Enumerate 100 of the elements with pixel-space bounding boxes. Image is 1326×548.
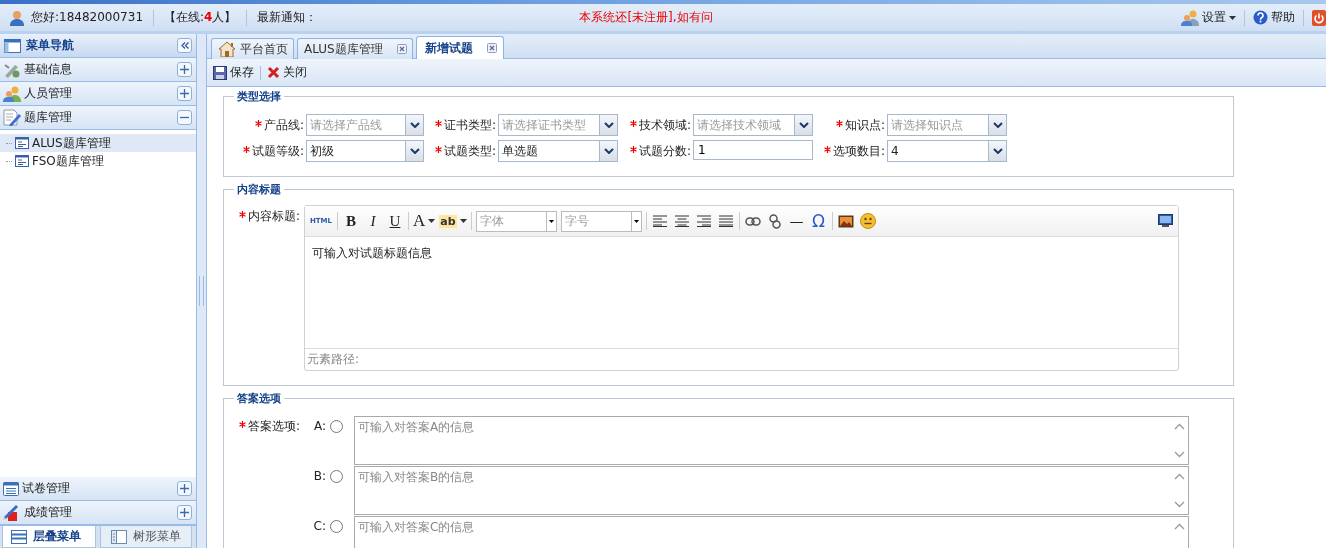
menu-panel-icon — [4, 38, 21, 53]
answer-field[interactable]: 可输入对答案C的信息 — [354, 516, 1189, 548]
accordion-header[interactable]: 成绩管理 — [0, 501, 196, 525]
settings-link[interactable]: 设置 — [1181, 9, 1236, 26]
document-pen-icon — [3, 109, 21, 126]
tab[interactable]: 树形菜单 — [100, 526, 192, 548]
caret-icon — [459, 219, 467, 223]
expand-button[interactable] — [177, 86, 192, 101]
underline-button[interactable]: U — [386, 211, 404, 231]
radio-button[interactable] — [330, 520, 343, 533]
list-icon — [15, 155, 29, 167]
expand-button[interactable] — [177, 481, 192, 496]
scroll-up-icon[interactable] — [1174, 473, 1185, 480]
chevron-down-icon — [409, 122, 420, 128]
horizontal-rule-button[interactable]: — — [787, 211, 806, 231]
justify-icon — [718, 215, 733, 227]
tree-item[interactable]: FSO题库管理 — [0, 152, 196, 170]
tab[interactable]: 新增试题 — [415, 36, 504, 59]
close-button[interactable]: 关闭 — [267, 64, 307, 81]
expand-button[interactable] — [177, 62, 192, 77]
notice-text: 本系统还[未注册],如有问 — [579, 9, 713, 26]
tab[interactable]: 层叠菜单 — [2, 526, 96, 548]
align-center-icon — [674, 215, 689, 227]
special-character-button[interactable]: Ω — [809, 211, 828, 231]
option-letter: B: — [312, 468, 326, 485]
answer-field[interactable]: 可输入对答案B的信息 — [354, 466, 1189, 515]
list-icon — [3, 481, 19, 496]
field-label: 内容标题: — [247, 209, 300, 223]
chevron-down-icon — [992, 148, 1003, 154]
close-icon[interactable] — [396, 44, 407, 54]
user-icon — [9, 9, 25, 26]
people-icon — [1181, 9, 1199, 26]
plus-icon — [180, 508, 189, 517]
bold-button[interactable]: B — [342, 211, 360, 231]
scroll-up-icon[interactable] — [1174, 523, 1185, 530]
section-title: 类型选择 — [234, 89, 284, 104]
option-letter: C: — [312, 518, 326, 535]
select-field[interactable]: 单选题 — [498, 140, 618, 162]
accordion-header[interactable]: 人员管理 — [0, 82, 196, 106]
chevron-down-icon — [603, 148, 614, 154]
help-icon — [1253, 10, 1268, 25]
align-left-icon — [652, 215, 667, 227]
collapse-button[interactable] — [177, 38, 192, 53]
answer-field[interactable]: 可输入对答案A的信息 — [354, 416, 1189, 465]
tab[interactable]: ALUS题库管理 — [297, 38, 413, 59]
pen-box-icon — [3, 504, 21, 521]
monitor-icon — [1157, 214, 1173, 228]
chevron-down-icon — [798, 122, 809, 128]
power-icon[interactable] — [1312, 9, 1326, 26]
align-right-icon — [696, 215, 711, 227]
select-field[interactable]: 4 — [887, 140, 1007, 162]
italic-button[interactable]: I — [364, 211, 382, 231]
image-icon — [837, 214, 854, 228]
save-button[interactable]: 保存 — [213, 64, 254, 81]
accordion-header[interactable]: 基础信息 — [0, 58, 196, 82]
smiley-button[interactable] — [858, 211, 877, 231]
radio-button[interactable] — [330, 420, 343, 433]
expand-button[interactable] — [177, 505, 192, 520]
select-field[interactable]: 初级 — [306, 140, 424, 162]
caret-icon — [428, 219, 436, 223]
scroll-down-icon[interactable] — [1174, 501, 1185, 508]
field-label: 答案选项: — [247, 419, 300, 433]
online-count: 【在线:4人】 — [164, 9, 237, 26]
help-link[interactable]: 帮助 — [1253, 9, 1295, 26]
highlight-button[interactable]: ab — [439, 211, 467, 231]
tools-icon — [3, 61, 21, 78]
smiley-icon — [859, 213, 876, 229]
accordion-header[interactable]: 题库管理 — [0, 106, 196, 130]
scroll-down-icon[interactable] — [1174, 451, 1185, 458]
accordion-header[interactable]: 试卷管理 — [0, 477, 196, 501]
input-field[interactable]: 1 — [693, 140, 813, 160]
field-label: 选项数目: — [832, 144, 885, 158]
double-chevron-icon — [180, 42, 189, 49]
plus-icon — [180, 65, 189, 74]
house-icon — [218, 41, 236, 57]
caret-icon — [548, 219, 554, 223]
field-label: 试题分数: — [638, 144, 691, 158]
field-label: 产品线: — [263, 118, 304, 132]
editor-text: 可输入对试题标题信息 — [311, 245, 433, 262]
option-letter: A: — [312, 418, 326, 435]
collapse-button[interactable] — [177, 110, 192, 125]
panel-title: 菜单导航 — [26, 37, 75, 54]
people-icon — [3, 85, 21, 102]
font-color-button[interactable]: A — [413, 211, 436, 231]
chevron-down-icon — [409, 148, 420, 154]
radio-button[interactable] — [330, 470, 343, 483]
stack-icon — [11, 529, 27, 544]
chevron-down-icon — [603, 122, 614, 128]
plus-icon — [180, 89, 189, 98]
field-label: 技术领域: — [638, 118, 691, 132]
list-icon — [15, 137, 29, 149]
tree-item[interactable]: ALUS题库管理 — [0, 134, 196, 152]
tab[interactable]: 平台首页 — [211, 38, 294, 59]
chevron-down-icon — [992, 122, 1003, 128]
scroll-up-icon[interactable] — [1174, 423, 1185, 430]
element-path-label: 元素路径: — [305, 348, 1178, 370]
close-icon[interactable] — [486, 43, 497, 53]
field-label: 试题类型: — [443, 144, 496, 158]
notice-label: 最新通知： — [257, 9, 318, 26]
floppy-icon — [213, 65, 227, 80]
